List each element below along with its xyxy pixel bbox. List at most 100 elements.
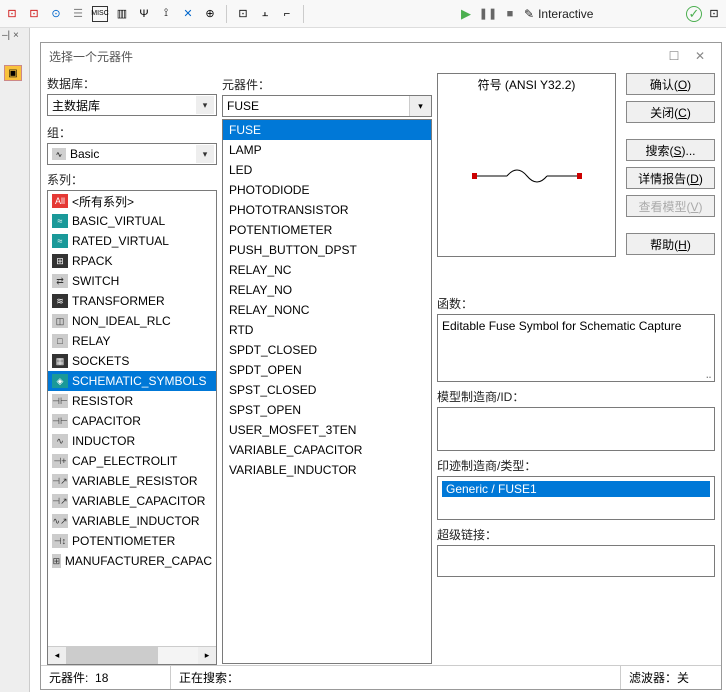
tb-icon-4[interactable]: ☰ (70, 6, 86, 22)
component-item[interactable]: PHOTOTRANSISTOR (223, 200, 431, 220)
hscrollbar[interactable]: ◂ ▸ (48, 646, 216, 664)
tb-icon-r1[interactable]: ⊡ (706, 6, 722, 22)
dialog-title: 选择一个元器件 (49, 48, 133, 65)
family-label: BASIC_VIRTUAL (72, 214, 165, 228)
close-x[interactable]: –| × (0, 28, 29, 43)
filter-icon[interactable]: ▾ (409, 96, 431, 116)
close-button[interactable]: 关闭(C) (626, 101, 715, 123)
stop-icon[interactable]: ■ (502, 6, 518, 22)
component-search[interactable]: ▾ (222, 95, 432, 117)
search-button[interactable]: 搜索(S)... (626, 139, 715, 161)
run-icon[interactable]: ▶ (458, 6, 474, 22)
component-item[interactable]: RTD (223, 320, 431, 340)
family-item[interactable]: ⊣↗ VARIABLE_RESISTOR (48, 471, 216, 491)
family-item[interactable]: ≈BASIC_VIRTUAL (48, 211, 216, 231)
family-item[interactable]: ≋TRANSFORMER (48, 291, 216, 311)
family-label: CAP_ELECTROLIT (72, 454, 177, 468)
comp-count-value: 18 (95, 671, 108, 685)
component-item[interactable]: PUSH_BUTTON_DPST (223, 240, 431, 260)
family-item[interactable]: ∿INDUCTOR (48, 431, 216, 451)
family-item[interactable]: ⊣⊢RESISTOR (48, 391, 216, 411)
view-model-button: 查看模型(V) (626, 195, 715, 217)
scroll-right-icon[interactable]: ▸ (198, 647, 216, 664)
tb-icon-8[interactable]: ⟟ (158, 6, 174, 22)
help-button[interactable]: 帮助(H) (626, 233, 715, 255)
group-icon: ∿ (52, 148, 66, 160)
footprint-box[interactable]: Generic / FUSE1 (437, 476, 715, 520)
component-item[interactable]: VARIABLE_CAPACITOR (223, 440, 431, 460)
function-label: 函数： (437, 295, 715, 312)
symbol-label: 符号 (ANSI Y32.2) (438, 74, 615, 95)
component-item[interactable]: RELAY_NONC (223, 300, 431, 320)
family-item[interactable]: ⇄SWITCH (48, 271, 216, 291)
component-item[interactable]: SPST_OPEN (223, 400, 431, 420)
tb-icon-5[interactable]: MISC (92, 6, 108, 22)
tb-icon-11[interactable]: ⊡ (235, 6, 251, 22)
family-label: SCHEMATIC_SYMBOLS (72, 374, 206, 388)
component-input[interactable] (223, 96, 409, 116)
component-item[interactable]: LAMP (223, 140, 431, 160)
tb-icon-13[interactable]: ⌐ (279, 6, 295, 22)
family-item[interactable]: ▦SOCKETS (48, 351, 216, 371)
family-item[interactable]: ⊣+CAP_ELECTROLIT (48, 451, 216, 471)
component-item[interactable]: POTENTIOMETER (223, 220, 431, 240)
fuse-symbol-icon (467, 156, 587, 196)
toolbar-separator (303, 5, 304, 23)
component-item[interactable]: RELAY_NO (223, 280, 431, 300)
detail-report-button[interactable]: 详情报告(D) (626, 167, 715, 189)
close-icon[interactable]: ✕ (687, 46, 713, 66)
tb-icon-6[interactable]: ▥ (114, 6, 130, 22)
interactive-label: Interactive (538, 7, 593, 21)
tb-icon-3[interactable]: ⊙ (48, 6, 64, 22)
family-item[interactable]: ⊣⊢CAPACITOR (48, 411, 216, 431)
component-item[interactable]: VARIABLE_INDUCTOR (223, 460, 431, 480)
family-item[interactable]: ⊞MANUFACTURER_CAPAC (48, 551, 216, 571)
family-item[interactable]: ⊣↗VARIABLE_CAPACITOR (48, 491, 216, 511)
family-item[interactable]: ⊞RPACK (48, 251, 216, 271)
component-item[interactable]: SPST_CLOSED (223, 380, 431, 400)
main-toolbar: ⊡ ⊡ ⊙ ☰ MISC ▥ Ψ ⟟ ✕ ⊕ ⊡ ⫠ ⌐ ▶ ❚❚ ■ ✎ In… (0, 0, 726, 28)
component-item[interactable]: PHOTODIODE (223, 180, 431, 200)
maximize-icon[interactable]: ☐ (661, 46, 687, 66)
component-item[interactable]: SPDT_CLOSED (223, 340, 431, 360)
family-icon: ⇄ (52, 274, 68, 288)
component-item[interactable]: LED (223, 160, 431, 180)
group-combo[interactable]: ∿ Basic ▾ (47, 143, 217, 165)
pause-icon[interactable]: ❚❚ (480, 6, 496, 22)
family-item[interactable]: ∿↗VARIABLE_INDUCTOR (48, 511, 216, 531)
hyperlink-box[interactable] (437, 545, 715, 577)
family-icon: ◈ (52, 374, 68, 388)
family-item[interactable]: ◫NON_IDEAL_RLC (48, 311, 216, 331)
component-item[interactable]: USER_MOSFET_3TEN (223, 420, 431, 440)
tb-icon-7[interactable]: Ψ (136, 6, 152, 22)
component-item[interactable]: SPDT_OPEN (223, 360, 431, 380)
scroll-left-icon[interactable]: ◂ (48, 647, 66, 664)
tb-icon-2[interactable]: ⊡ (26, 6, 42, 22)
chevron-down-icon: ▾ (196, 145, 214, 163)
family-item[interactable]: ≈RATED_VIRTUAL (48, 231, 216, 251)
tb-icon-10[interactable]: ⊕ (202, 6, 218, 22)
database-combo[interactable]: 主数据库 ▾ (47, 94, 217, 116)
tb-icon-9[interactable]: ✕ (180, 6, 196, 22)
family-icon: ⊣⊢ (52, 414, 68, 428)
side-icon[interactable]: ▣ (4, 65, 22, 81)
tb-icon-1[interactable]: ⊡ (4, 6, 20, 22)
component-listbox[interactable]: FUSELAMPLEDPHOTODIODEPHOTOTRANSISTORPOTE… (222, 119, 432, 664)
family-item[interactable]: ◈ SCHEMATIC_SYMBOLS (48, 371, 216, 391)
family-listbox[interactable]: All<所有系列>≈BASIC_VIRTUAL≈RATED_VIRTUAL⊞RP… (47, 190, 217, 665)
family-icon: ⊣↗ (52, 474, 68, 488)
tb-icon-12[interactable]: ⫠ (257, 6, 273, 22)
group-value: Basic (70, 147, 99, 161)
interactive-mode[interactable]: ✎ Interactive (524, 7, 593, 21)
ok-button[interactable]: 确认(O) (626, 73, 715, 95)
component-item[interactable]: FUSE (223, 120, 431, 140)
component-item[interactable]: RELAY_NC (223, 260, 431, 280)
model-label: 模型制造商/ID： (437, 388, 715, 405)
family-icon: ≈ (52, 234, 68, 248)
check-icon[interactable]: ✓ (686, 6, 702, 22)
family-item[interactable]: All<所有系列> (48, 191, 216, 211)
family-label: VARIABLE_RESISTOR (72, 474, 198, 488)
family-item[interactable]: □RELAY (48, 331, 216, 351)
filter-label: 滤波器：关 (629, 669, 689, 686)
family-item[interactable]: ⊣↕POTENTIOMETER (48, 531, 216, 551)
